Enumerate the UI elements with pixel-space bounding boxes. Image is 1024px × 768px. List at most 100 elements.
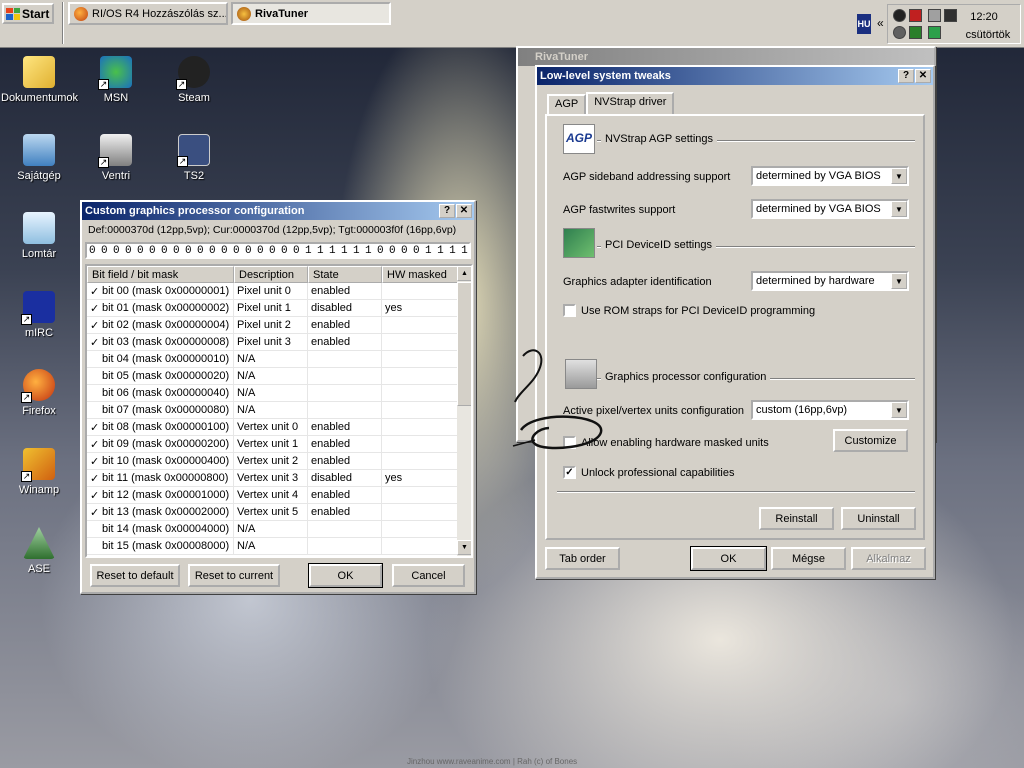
close-button[interactable]: ✕ (456, 204, 472, 218)
ok-button[interactable]: OK (690, 546, 767, 571)
speaker-tray-icon[interactable] (893, 26, 906, 39)
desktop-icon-ventri[interactable]: ↗ Ventri (78, 134, 154, 182)
adapter-id-select[interactable]: determined by hardware ▼ (751, 271, 909, 291)
table-row[interactable]: ✓ bit 10 (mask 0x00000400) Vertex unit 2 en… (87, 453, 471, 470)
chevron-down-icon[interactable]: ▼ (891, 402, 907, 418)
customize-button[interactable]: Customize (833, 429, 908, 452)
table-cell: Vertex unit 4 (234, 487, 308, 503)
task-button-rivatuner[interactable]: RivaTuner (231, 2, 391, 25)
bitfield-cell: bit 12 (mask 0x00001000) (102, 489, 230, 501)
table-row[interactable]: bit 04 (mask 0x00000010) N/A (87, 351, 471, 368)
tab-agp[interactable]: AGP (547, 94, 587, 114)
bit-mask-display[interactable]: 0 0 0 0 0 0 0 0 0 0 0 0 0 0 0 0 0 0 1 1 … (85, 242, 471, 259)
table-cell: ✓ bit 13 (mask 0x00002000) (87, 504, 234, 520)
table-row[interactable]: ✓ bit 12 (mask 0x00001000) Vertex unit 4 en… (87, 487, 471, 504)
rivatuner-titlebar[interactable]: RivaTuner (518, 48, 934, 66)
column-header-bitfield[interactable]: Bit field / bit mask (87, 266, 234, 283)
antivirus-tray-icon[interactable] (909, 9, 922, 22)
desktop-icon-label: MSN (103, 92, 129, 104)
desktop-icon-ts2[interactable]: ↗ TS2 (156, 134, 232, 182)
chevron-down-icon[interactable]: ▼ (891, 201, 907, 217)
table-row[interactable]: ✓ bit 11 (mask 0x00000800) Vertex unit 3 di… (87, 470, 471, 487)
update-tray-icon[interactable] (928, 26, 941, 39)
table-row[interactable]: bit 14 (mask 0x00004000) N/A (87, 521, 471, 538)
reset-current-button[interactable]: Reset to current (188, 564, 280, 587)
table-row[interactable]: bit 06 (mask 0x00000040) N/A (87, 385, 471, 402)
check-icon: ✓ (90, 455, 100, 468)
scroll-thumb[interactable] (457, 282, 471, 406)
sideband-select[interactable]: determined by VGA BIOS ▼ (751, 166, 909, 186)
description-cell: Pixel unit 0 (237, 285, 291, 297)
reset-default-button[interactable]: Reset to default (90, 564, 180, 587)
clock-time[interactable]: 12:20 (954, 11, 1014, 23)
table-scrollbar[interactable]: ▲ ▼ (457, 266, 471, 556)
table-row[interactable]: bit 07 (mask 0x00000080) N/A (87, 402, 471, 419)
rom-straps-checkbox[interactable] (563, 304, 576, 317)
table-cell: bit 06 (mask 0x00000040) (87, 385, 234, 401)
table-row[interactable]: ✓ bit 02 (mask 0x00000004) Pixel unit 2 ena… (87, 317, 471, 334)
tweaks-titlebar[interactable]: Low-level system tweaks ? ✕ (537, 67, 933, 85)
desktop-icon-my-computer[interactable]: Sajátgép (1, 134, 77, 182)
table-row[interactable]: ✓ bit 09 (mask 0x00000200) Vertex unit 1 en… (87, 436, 471, 453)
table-cell: bit 15 (mask 0x00008000) (87, 538, 234, 554)
table-row[interactable]: ✓ bit 00 (mask 0x00000001) Pixel unit 0 ena… (87, 283, 471, 300)
desktop-icon-mirc[interactable]: ↗ mIRC (1, 291, 77, 339)
allow-masked-checkbox[interactable] (563, 436, 576, 449)
state-cell: enabled (311, 506, 351, 518)
unlock-professional-checkbox[interactable]: ✓ (563, 466, 576, 479)
table-row[interactable]: bit 05 (mask 0x00000020) N/A (87, 368, 471, 385)
steam-tray-icon[interactable] (893, 9, 906, 22)
ok-button[interactable]: OK (308, 563, 383, 588)
start-button[interactable]: Start (2, 3, 54, 24)
chevron-down-icon[interactable]: ▼ (891, 168, 907, 184)
active-units-select[interactable]: custom (16pp,6vp) ▼ (751, 400, 909, 420)
tab-nvstrap-driver[interactable]: NVStrap driver (586, 92, 675, 114)
close-button[interactable]: ✕ (915, 69, 931, 83)
tray-expand-icon[interactable]: « (877, 16, 884, 30)
uninstall-button[interactable]: Uninstall (841, 507, 916, 530)
scroll-up-icon[interactable]: ▲ (457, 266, 471, 281)
table-cell: N/A (234, 368, 308, 384)
desktop-icon-documents[interactable]: Dokumentumok (1, 56, 78, 104)
language-indicator[interactable]: HU (857, 14, 871, 34)
column-header-description[interactable]: Description (234, 266, 308, 283)
desktop-icon-msn[interactable]: ↗ MSN (78, 56, 154, 104)
help-button[interactable]: ? (898, 69, 914, 83)
help-button[interactable]: ? (439, 204, 455, 218)
state-cell: enabled (311, 455, 351, 467)
desktop-icon-recycle-bin[interactable]: Lomtár (1, 212, 77, 260)
column-header-state[interactable]: State (308, 266, 382, 283)
table-cell: ✓ bit 09 (mask 0x00000200) (87, 436, 234, 452)
task-button-browser[interactable]: RI/OS R4 Hozzászólás sz... (68, 2, 228, 25)
table-cell: bit 05 (mask 0x00000020) (87, 368, 234, 384)
table-row[interactable]: ✓ bit 08 (mask 0x00000100) Vertex unit 0 en… (87, 419, 471, 436)
table-row[interactable]: bit 15 (mask 0x00008000) N/A (87, 538, 471, 555)
cancel-button[interactable]: Cancel (392, 564, 465, 587)
taskbar: Start RI/OS R4 Hozzászólás sz... RivaTun… (0, 0, 1024, 48)
desktop-icon-steam[interactable]: ↗ Steam (156, 56, 232, 104)
firefox-icon (74, 6, 88, 21)
state-cell: enabled (311, 489, 351, 501)
adapter-id-label: Graphics adapter identification (563, 276, 712, 288)
tab-order-button[interactable]: Tab order (545, 547, 620, 570)
apply-button[interactable]: Alkalmaz (851, 547, 926, 570)
table-cell: enabled (308, 436, 382, 452)
table-row[interactable]: ✓ bit 13 (mask 0x00002000) Vertex unit 5 en… (87, 504, 471, 521)
reinstall-button[interactable]: Reinstall (759, 507, 834, 530)
desktop-icon-label: Lomtár (21, 248, 57, 260)
chevron-down-icon[interactable]: ▼ (891, 273, 907, 289)
description-cell: N/A (237, 353, 256, 365)
desktop-icon-winamp[interactable]: ↗ Winamp (1, 448, 77, 496)
custom-config-titlebar[interactable]: Custom graphics processor configuration … (82, 202, 474, 220)
scroll-down-icon[interactable]: ▼ (457, 540, 471, 555)
cancel-button[interactable]: Mégse (771, 547, 846, 570)
table-row[interactable]: ✓ bit 03 (mask 0x00000008) Pixel unit 3 ena… (87, 334, 471, 351)
fastwrites-select[interactable]: determined by VGA BIOS ▼ (751, 199, 909, 219)
desktop-icon-firefox[interactable]: ↗ Firefox (1, 369, 77, 417)
table-row[interactable]: ✓ bit 01 (mask 0x00000002) Pixel unit 1 dis… (87, 300, 471, 317)
desktop-icon-ase[interactable]: ASE (1, 527, 77, 575)
column-header-hw-masked[interactable]: HW masked (382, 266, 459, 283)
nvidia-tray-icon[interactable] (909, 26, 922, 39)
system-tweaks-dialog: Low-level system tweaks ? ✕ AGP NVStrap … (535, 65, 935, 579)
network-tray-icon[interactable] (928, 9, 941, 22)
